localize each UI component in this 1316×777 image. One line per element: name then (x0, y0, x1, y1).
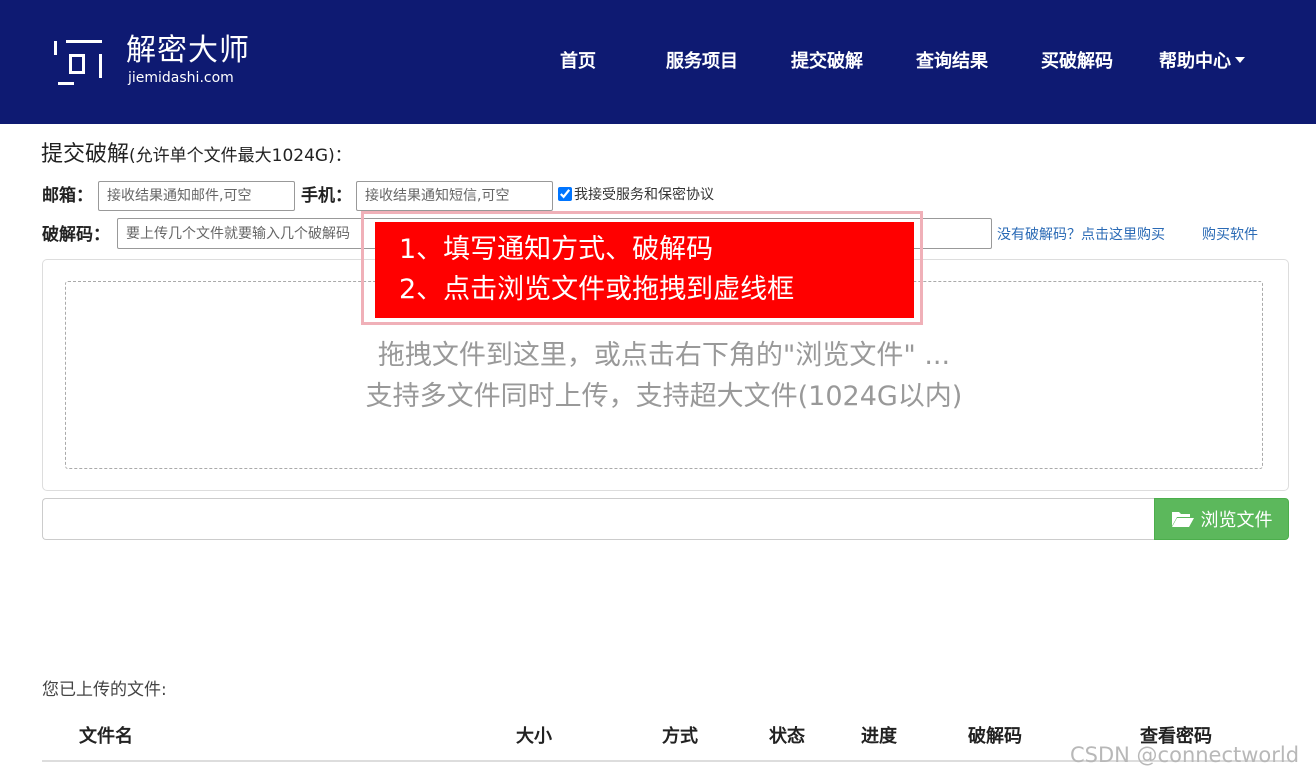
email-field[interactable] (98, 181, 295, 211)
browse-files-label: 浏览文件 (1200, 510, 1273, 531)
section-title-text: 提交破解 (41, 142, 130, 167)
nav-submit-crack[interactable]: 提交破解 (791, 50, 863, 74)
nav-help-center[interactable]: 帮助中心 (1159, 50, 1245, 74)
drop-hint-line1: 拖拽文件到这里，或点击右下角的"浏览文件" ... (377, 340, 951, 371)
email-label: 邮箱： (42, 186, 93, 206)
nav-services[interactable]: 服务项目 (666, 50, 738, 74)
annotation-callout: 1、填写通知方式、破解码 2、点击浏览文件或拖拽到虚线框 (375, 222, 914, 318)
section-title-note: (允许单个文件最大1024G)： (129, 146, 352, 166)
code-label: 破解码： (42, 225, 110, 245)
nav-help-center-label: 帮助中心 (1159, 51, 1231, 72)
agree-checkbox[interactable] (558, 187, 572, 201)
brand-domain: jiemidashi.com (128, 70, 234, 86)
annotation-line2: 2、点击浏览文件或拖拽到虚线框 (399, 274, 795, 305)
agree-terms[interactable]: 我接受服务和保密协议 (558, 185, 714, 205)
logo-mark-icon (54, 40, 102, 85)
column-header-progress: 进度 (861, 726, 897, 747)
phone-field[interactable] (356, 181, 553, 211)
column-header-size: 大小 (516, 726, 552, 747)
page-title: 提交破解(允许单个文件最大1024G)： (41, 141, 352, 170)
drop-hint-line2: 支持多文件同时上传，支持超大文件(1024G以内) (365, 381, 963, 412)
column-header-method: 方式 (662, 726, 698, 747)
brand-name: 解密大师 (126, 33, 250, 68)
caret-down-icon (1235, 57, 1245, 63)
buy-code-link[interactable]: 没有破解码？点击这里购买 (997, 225, 1165, 245)
browse-files-button[interactable]: 浏览文件 (1154, 498, 1289, 540)
uploaded-files-title: 您已上传的文件: (42, 680, 167, 700)
phone-label: 手机： (301, 186, 352, 206)
nav-buy-code[interactable]: 买破解码 (1041, 50, 1113, 74)
annotation-line1: 1、填写通知方式、破解码 (399, 234, 714, 265)
watermark: CSDN @connectworld (1070, 743, 1300, 767)
column-header-crack-code: 破解码 (968, 726, 1022, 747)
selected-file-display (42, 498, 1154, 540)
column-header-status: 状态 (769, 726, 805, 747)
folder-open-icon (1171, 512, 1194, 527)
column-header-filename: 文件名 (79, 726, 133, 747)
nav-home[interactable]: 首页 (560, 50, 596, 74)
buy-software-link[interactable]: 购买软件 (1202, 225, 1258, 245)
agree-text: 我接受服务和保密协议 (574, 187, 714, 203)
top-header: 解密大师 jiemidashi.com 首页 服务项目 提交破解 查询结果 买破… (0, 0, 1316, 124)
nav-query-results[interactable]: 查询结果 (916, 50, 988, 74)
